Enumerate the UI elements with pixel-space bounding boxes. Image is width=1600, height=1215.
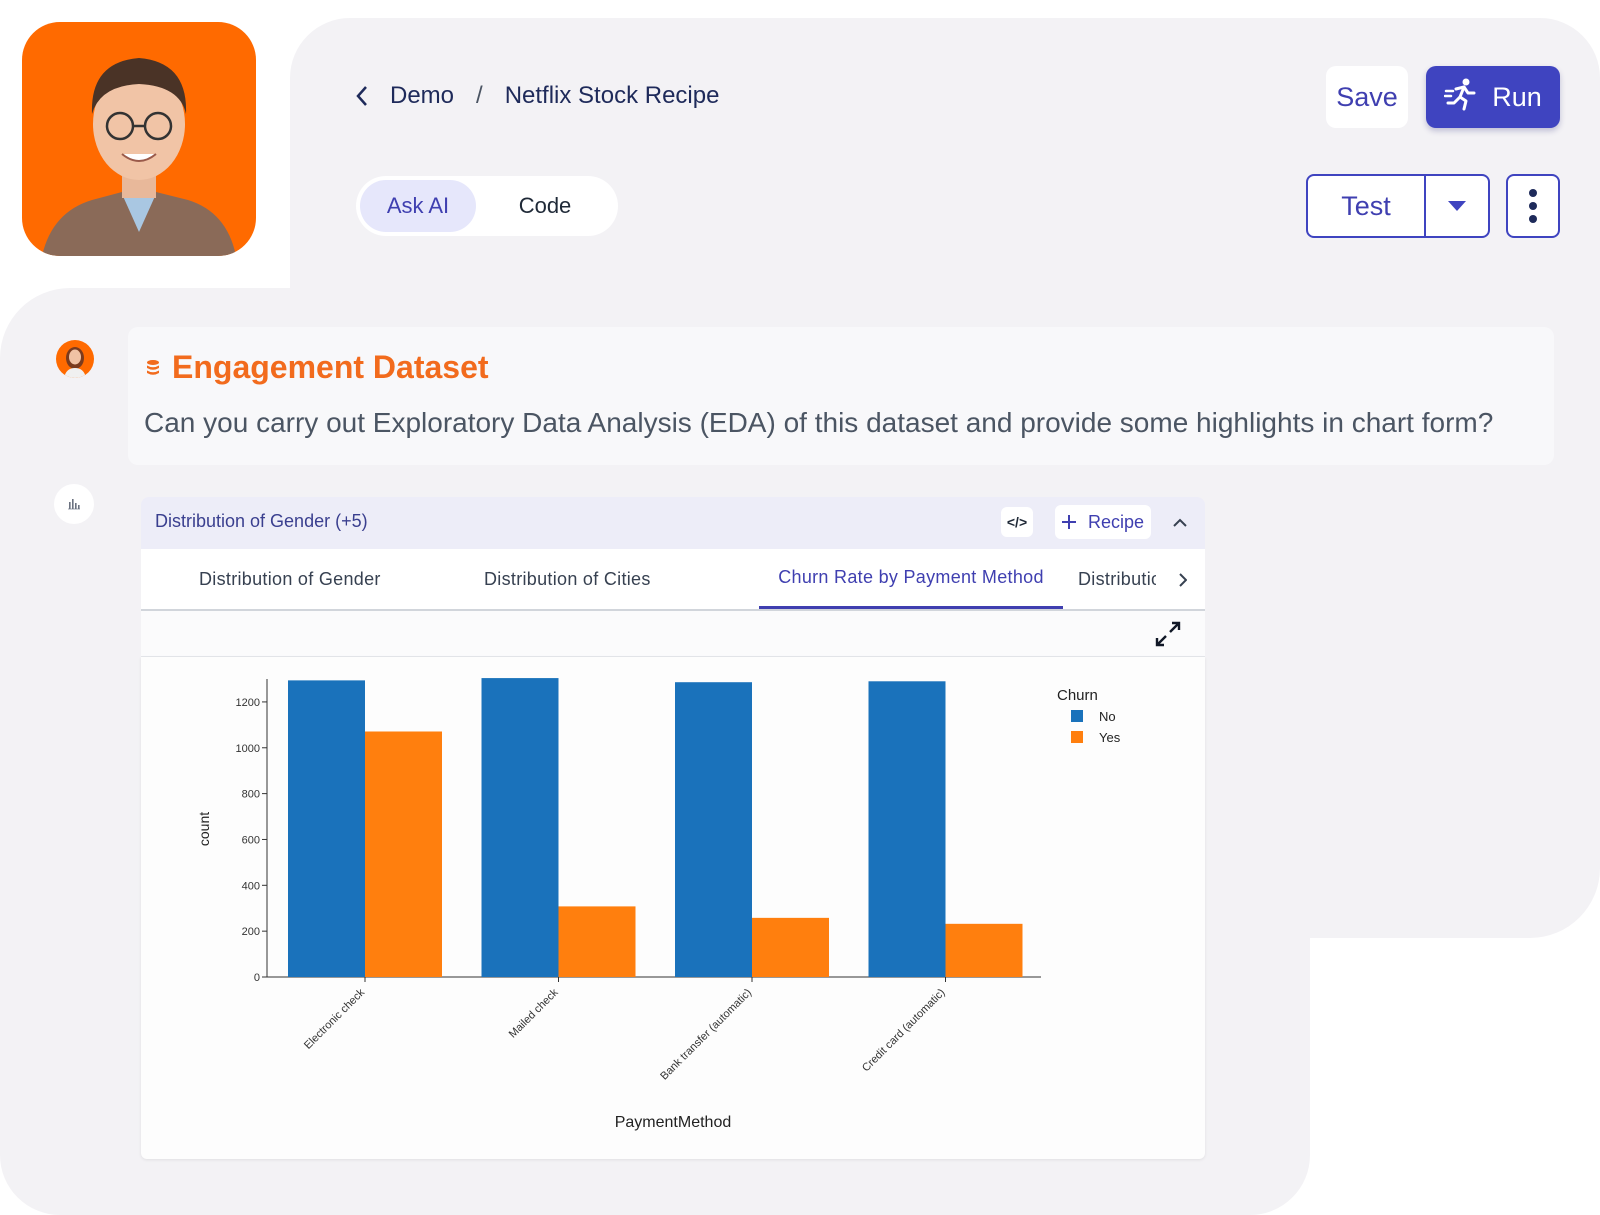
y-tick-label: 1000 bbox=[236, 743, 260, 755]
mode-toggle: Ask AI Code bbox=[356, 176, 618, 236]
bar-yes bbox=[558, 906, 636, 977]
y-tick-label: 0 bbox=[254, 972, 260, 984]
bar-no bbox=[675, 682, 752, 977]
bar-chart: 0 200 400 600 800 1000 1200 Electronic check Mai… bbox=[196, 678, 1121, 1131]
message-author-avatar bbox=[56, 340, 94, 378]
legend-label-no: No bbox=[1099, 709, 1116, 724]
user-avatar bbox=[22, 22, 256, 256]
message-card: Engagement Dataset Can you carry out Exp… bbox=[128, 327, 1554, 465]
y-tick-label: 1200 bbox=[236, 697, 260, 709]
legend-swatch-no bbox=[1071, 710, 1083, 722]
dataset-title-text: Engagement Dataset bbox=[172, 349, 489, 385]
kebab-dot bbox=[1529, 215, 1537, 223]
breadcrumb: Demo / Netflix Stock Recipe bbox=[350, 76, 719, 116]
bar-yes bbox=[752, 917, 829, 977]
run-button-label: Run bbox=[1492, 81, 1542, 112]
y-tick-label: 600 bbox=[242, 834, 260, 846]
y-axis-title: count bbox=[196, 812, 212, 846]
chevron-right-icon bbox=[1178, 573, 1187, 587]
legend-title: Churn bbox=[1057, 687, 1098, 704]
running-person-icon bbox=[1443, 77, 1478, 118]
save-button[interactable]: Save bbox=[1326, 66, 1408, 128]
result-header: Distribution of Gender (+5) </> Recipe bbox=[141, 497, 1205, 549]
expand-button[interactable] bbox=[1151, 617, 1185, 651]
back-chevron-icon[interactable] bbox=[350, 82, 374, 110]
bar-yes bbox=[365, 731, 442, 977]
y-tick-label: 200 bbox=[242, 926, 260, 938]
caret-down-icon bbox=[1448, 201, 1466, 211]
chart-tabs: Distribution of Gender Distribution of C… bbox=[141, 549, 1205, 611]
expand-icon bbox=[1155, 621, 1181, 647]
y-tick-label: 400 bbox=[242, 880, 260, 892]
test-dropdown-button[interactable] bbox=[1426, 176, 1488, 236]
legend-label-yes: Yes bbox=[1099, 730, 1121, 745]
tab-distribution-of-churn[interactable]: Distribution of Churn bbox=[1078, 549, 1156, 609]
bar-no bbox=[288, 680, 365, 977]
tab-distribution-of-gender[interactable]: Distribution of Gender bbox=[199, 549, 429, 609]
panel-notch bbox=[1310, 938, 1380, 1008]
chart-container: 0 200 400 600 800 1000 1200 Electronic check Mai… bbox=[141, 657, 1205, 1159]
x-tick-label: Bank transfer (automatic) bbox=[658, 987, 754, 1083]
header-panel bbox=[290, 18, 1600, 308]
result-title[interactable]: Distribution of Gender (+5) bbox=[155, 511, 368, 532]
view-code-button[interactable]: </> bbox=[1001, 507, 1033, 537]
legend-swatch-yes bbox=[1071, 731, 1083, 743]
breadcrumb-current: Netflix Stock Recipe bbox=[504, 82, 720, 109]
x-tick-label: Mailed check bbox=[507, 986, 561, 1040]
x-tick-label: Electronic check bbox=[302, 986, 367, 1051]
dataset-title: Engagement Dataset bbox=[146, 349, 489, 386]
more-options-button[interactable] bbox=[1506, 174, 1560, 238]
bar-no bbox=[481, 678, 559, 977]
bar-no bbox=[868, 681, 946, 977]
tab-churn-rate-by-payment-method[interactable]: Churn Rate by Payment Method bbox=[759, 549, 1063, 609]
database-icon bbox=[147, 359, 159, 375]
tab-ask-ai[interactable]: Ask AI bbox=[360, 180, 476, 232]
collapse-button[interactable] bbox=[1165, 507, 1195, 537]
x-axis-title: PaymentMethod bbox=[615, 1114, 732, 1131]
tab-code[interactable]: Code bbox=[476, 180, 614, 232]
plus-icon bbox=[1061, 515, 1076, 529]
tabs-next-button[interactable] bbox=[1167, 565, 1197, 595]
message-text: Can you carry out Exploratory Data Analy… bbox=[144, 407, 1494, 438]
breadcrumb-separator: / bbox=[476, 82, 483, 109]
test-split-button: Test bbox=[1306, 174, 1490, 238]
recipe-label: Recipe bbox=[1087, 511, 1145, 532]
breadcrumb-parent[interactable]: Demo bbox=[390, 82, 454, 110]
kebab-dot bbox=[1529, 189, 1537, 197]
chart-toolbar bbox=[141, 611, 1205, 657]
bar-chart-icon bbox=[54, 484, 94, 524]
test-button[interactable]: Test bbox=[1308, 176, 1426, 236]
add-recipe-button[interactable]: Recipe bbox=[1055, 505, 1151, 539]
bar-yes bbox=[945, 923, 1023, 977]
kebab-dot bbox=[1529, 202, 1537, 210]
y-tick-label: 800 bbox=[242, 789, 260, 801]
x-tick-label: Credit card (automatic) bbox=[860, 987, 948, 1075]
chevron-up-icon bbox=[1173, 518, 1187, 527]
tab-distribution-of-cities[interactable]: Distribution of Cities bbox=[484, 549, 704, 609]
run-button[interactable]: Run bbox=[1426, 66, 1560, 128]
